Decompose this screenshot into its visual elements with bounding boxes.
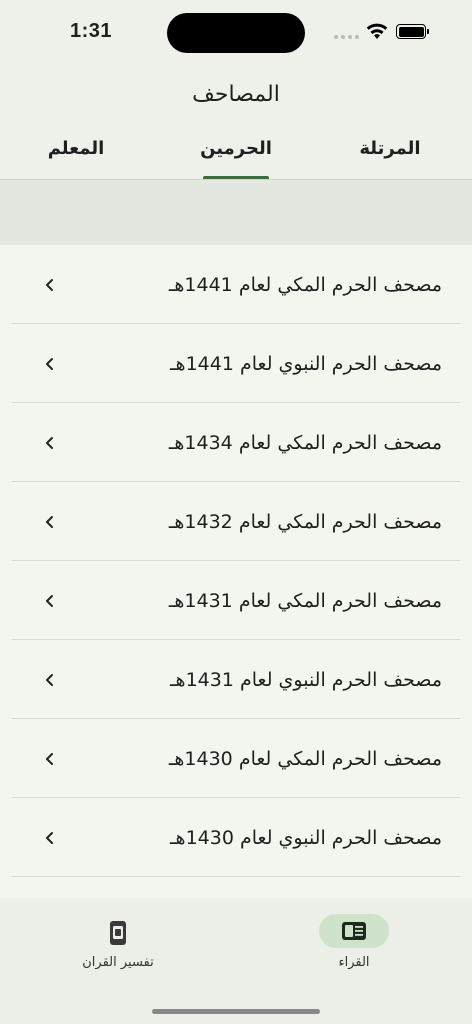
- page-title: المصاحف: [192, 82, 280, 107]
- chevron-left-icon: [46, 437, 53, 449]
- cellular-signal-icon: [334, 35, 359, 39]
- tafsir-icon: [110, 921, 126, 945]
- list-item-label: مصحف الحرم المكي لعام 1431هـ: [168, 590, 442, 612]
- wifi-icon: [366, 22, 388, 44]
- list-item-label: مصحف الحرم النبوي لعام 1430هـ: [169, 827, 442, 849]
- chevron-left-icon: [46, 358, 53, 370]
- list-item[interactable]: مصحف الحرم المكي لعام 1430هـ: [0, 719, 472, 798]
- list-item[interactable]: مصحف الحرم المكي لعام 1434هـ: [0, 403, 472, 482]
- list-item-label: مصحف الحرم المكي لعام 1430هـ: [168, 748, 442, 770]
- chevron-left-icon: [46, 753, 53, 765]
- list-item[interactable]: مصحف الحرم النبوي لعام 1431هـ: [0, 640, 472, 719]
- nav-label-reciters: القراء: [338, 955, 370, 970]
- tab-haramain[interactable]: الحرمين: [176, 138, 296, 159]
- divider: [12, 876, 460, 877]
- list-item-label: مصحف الحرم النبوي لعام 1441هـ: [169, 353, 442, 375]
- tab-murattal[interactable]: المرتلة: [330, 138, 450, 159]
- dynamic-island: [167, 13, 305, 53]
- header: المصاحف المرتلة الحرمين المعلم: [0, 64, 472, 180]
- list-item[interactable]: مصحف الحرم المكي لعام 1441هـ: [0, 245, 472, 324]
- list-item-label: مصحف الحرم النبوي لعام 1431هـ: [169, 669, 442, 691]
- battery-icon: [396, 24, 429, 39]
- status-bar: 1:31: [0, 0, 472, 64]
- list-item[interactable]: مصحف الحرم المكي لعام 1432هـ: [0, 482, 472, 561]
- reader-icon: [342, 922, 366, 940]
- bottom-nav: القراء تفسير القران: [0, 898, 472, 1024]
- status-time: 1:31: [70, 20, 113, 42]
- tab-bar: المرتلة الحرمين المعلم: [0, 138, 472, 180]
- list-item[interactable]: مصحف الحرم النبوي لعام 1441هـ: [0, 324, 472, 403]
- mushaf-list: مصحف الحرم المكي لعام 1441هـ مصحف الحرم …: [0, 245, 472, 877]
- banner-area: [0, 180, 472, 245]
- chevron-left-icon: [46, 516, 53, 528]
- list-item[interactable]: مصحف الحرم النبوي لعام 1430هـ: [0, 798, 472, 877]
- list-item-label: مصحف الحرم المكي لعام 1434هـ: [168, 432, 442, 454]
- home-indicator: [152, 1009, 320, 1014]
- nav-label-tafsir: تفسير القران: [82, 955, 154, 970]
- tab-muallim[interactable]: المعلم: [16, 138, 136, 159]
- chevron-left-icon: [46, 279, 53, 291]
- list-item-label: مصحف الحرم المكي لعام 1441هـ: [168, 274, 442, 296]
- list-item[interactable]: مصحف الحرم المكي لعام 1431هـ: [0, 561, 472, 640]
- chevron-left-icon: [46, 832, 53, 844]
- chevron-left-icon: [46, 595, 53, 607]
- list-item-label: مصحف الحرم المكي لعام 1432هـ: [168, 511, 442, 533]
- chevron-left-icon: [46, 674, 53, 686]
